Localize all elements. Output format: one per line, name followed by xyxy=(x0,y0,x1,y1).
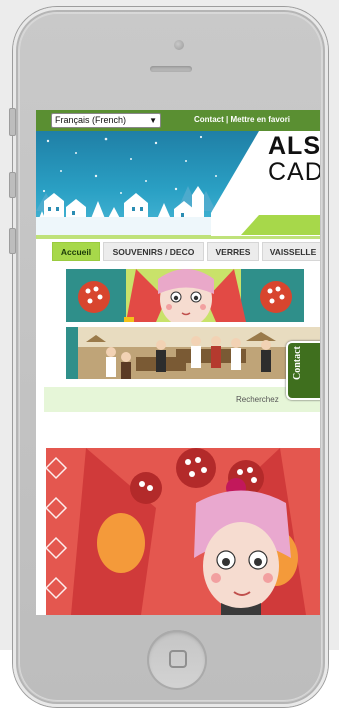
phone-screen: Français (French) ▼ Contact | Mettre en … xyxy=(36,110,320,615)
front-camera-icon xyxy=(174,40,184,50)
main-nav: Accueil SOUVENIRS / DECO VERRES VAISSELL… xyxy=(36,239,320,265)
chevron-down-icon: ▼ xyxy=(149,116,157,125)
top-links[interactable]: Contact | Mettre en favori xyxy=(194,115,290,124)
mute-switch xyxy=(9,108,16,136)
language-select[interactable]: Français (French) ▼ xyxy=(51,113,161,128)
featured-illustration xyxy=(46,448,320,615)
tab-souvenirs-deco[interactable]: SOUVENIRS / DECO xyxy=(103,242,204,261)
market-illustration xyxy=(66,327,320,379)
banner-image-alsatian-girl[interactable] xyxy=(66,269,304,322)
logo-text-line2[interactable]: CAD xyxy=(268,158,320,187)
earpiece-speaker xyxy=(150,66,192,72)
home-square-icon xyxy=(169,650,187,668)
search-bar[interactable]: Recherchez xyxy=(44,387,320,412)
search-input[interactable]: Recherchez xyxy=(236,395,279,404)
top-bar: Français (French) ▼ Contact | Mettre en … xyxy=(36,110,320,131)
volume-down-button xyxy=(9,228,16,254)
tab-accueil[interactable]: Accueil xyxy=(52,242,100,261)
banner-image-market-scene[interactable] xyxy=(66,327,320,379)
banner-illustration xyxy=(66,269,304,322)
language-select-value: Français (French) xyxy=(55,115,127,125)
contact-side-tab-label[interactable]: Contact xyxy=(292,346,303,380)
tab-vaisselle[interactable]: VAISSELLE xyxy=(262,242,320,261)
featured-image-alsatian-girl[interactable] xyxy=(46,448,320,615)
volume-up-button xyxy=(9,172,16,198)
tab-verres[interactable]: VERRES xyxy=(207,242,259,261)
logo-text-line1[interactable]: ALS xyxy=(268,132,320,161)
